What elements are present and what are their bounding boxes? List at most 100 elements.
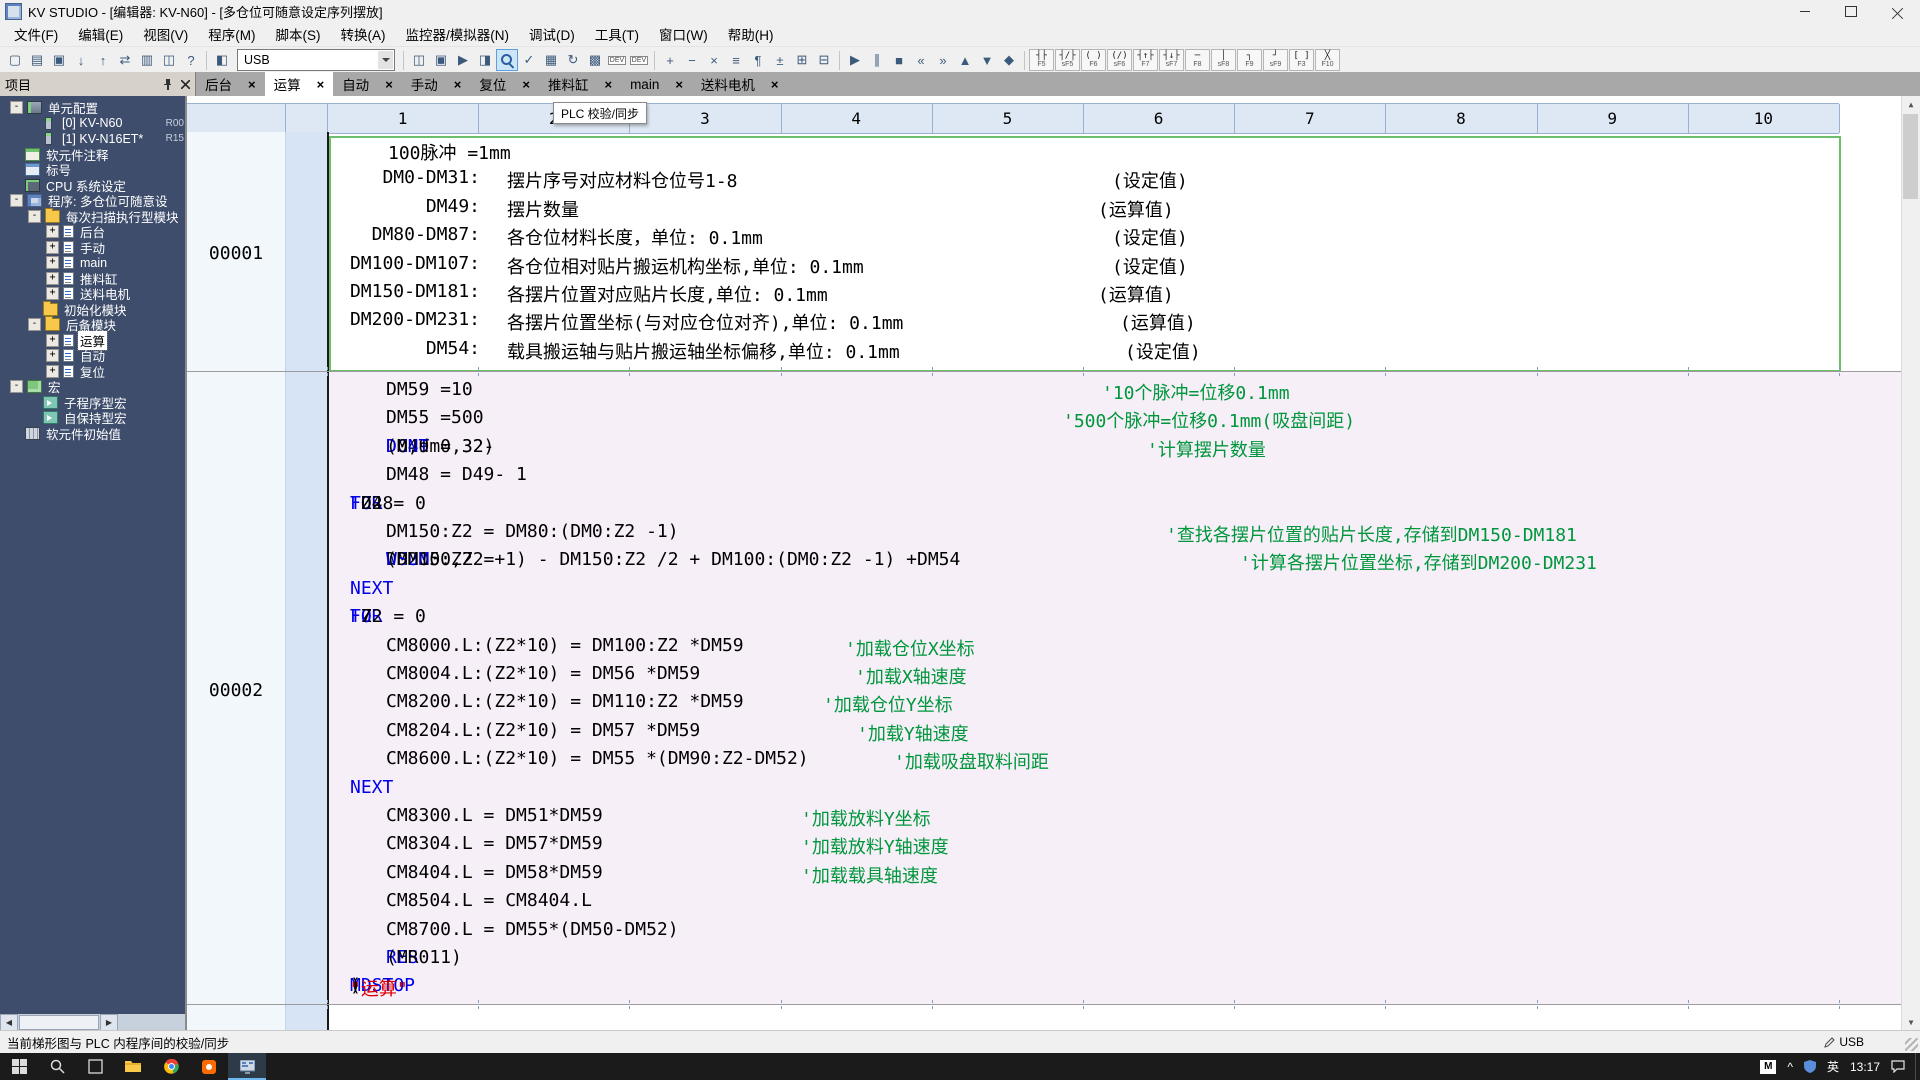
- pin-icon[interactable]: [163, 78, 173, 90]
- clock[interactable]: 13:17: [1850, 1060, 1880, 1074]
- tab-close-icon[interactable]: ×: [248, 77, 256, 92]
- menu-item-4[interactable]: 脚本(S): [266, 21, 331, 47]
- comm-port-icon[interactable]: ◧: [211, 49, 233, 71]
- script-line[interactable]: CM8304.L = DM57*DM59 '加载放料Y轴速度: [187, 833, 1902, 861]
- tree-item-复位[interactable]: + 复位: [0, 364, 185, 380]
- collapse-icon[interactable]: -: [10, 194, 23, 208]
- kv-studio-taskbar-icon[interactable]: [228, 1053, 266, 1080]
- tab-复位[interactable]: 复位 ×: [470, 72, 539, 96]
- script-line[interactable]: CM8700.L = DM55*(DM50-DM52): [187, 919, 1902, 947]
- editor-mode-icon[interactable]: ◫: [408, 49, 430, 71]
- ime-indicator[interactable]: 英: [1827, 1058, 1839, 1075]
- notification-icon[interactable]: [1891, 1060, 1905, 1073]
- tree-item-单元配置[interactable]: - 单元配置: [0, 100, 185, 116]
- new-project-icon[interactable]: ▢: [4, 49, 26, 71]
- step-forward-icon[interactable]: »: [932, 49, 954, 71]
- script-line[interactable]: DM150:Z2 = DM80:(DM0:Z2 -1) '查找各摆片位置的贴片长度…: [187, 521, 1902, 549]
- comment-line[interactable]: 100脉冲 =1mm: [187, 139, 1902, 167]
- registration-monitor-icon[interactable]: ▦: [540, 49, 562, 71]
- run-icon[interactable]: ▶: [844, 49, 866, 71]
- monitor-mode-icon[interactable]: ▣: [430, 49, 452, 71]
- menu-item-9[interactable]: 窗口(W): [649, 21, 718, 47]
- menu-item-0[interactable]: 文件(F): [4, 21, 68, 47]
- script-line[interactable]: DM49 = 32- DCNT (0,dm0,32) '计算摆片数量: [187, 436, 1902, 464]
- expand-icon[interactable]: +: [46, 287, 59, 301]
- tab-close-icon[interactable]: ×: [675, 77, 683, 92]
- menu-item-5[interactable]: 转换(A): [331, 21, 396, 47]
- minimize-button[interactable]: [1782, 0, 1828, 22]
- tab-自动[interactable]: 自动 ×: [333, 72, 402, 96]
- comment-line[interactable]: DM54: 载具搬运轴与贴片搬运轴坐标偏移,单位: 0.1mm (设定值): [187, 338, 1902, 366]
- tab-close-icon[interactable]: ×: [771, 77, 779, 92]
- breakpoint-icon[interactable]: ◆: [998, 49, 1020, 71]
- script-line[interactable]: FOR Z2 = 0 TO 7: [187, 606, 1902, 634]
- script-line[interactable]: CM8000.L:(Z2*10) = DM100:Z2 *DM59 '加载仓位X坐…: [187, 635, 1902, 663]
- script-line[interactable]: DM55 =500'500个脉冲=位移0.1mm(吸盘间距): [187, 407, 1902, 435]
- script-line[interactable]: DM59 =10'10个脉冲=位移0.1mm: [187, 379, 1902, 407]
- task-view-icon[interactable]: [76, 1053, 114, 1080]
- transfer-compare-icon[interactable]: ⇄: [114, 49, 136, 71]
- script-line[interactable]: CM8504.L = CM8404.L: [187, 890, 1902, 918]
- ladder-instruction-sF9[interactable]: ┘ sF9: [1263, 49, 1288, 71]
- expand-icon[interactable]: +: [46, 256, 59, 270]
- menu-item-3[interactable]: 程序(M): [198, 21, 265, 47]
- plc-transfer-monitor-icon[interactable]: ◨: [474, 49, 496, 71]
- collapse-icon[interactable]: -: [28, 318, 41, 332]
- expand-icon[interactable]: +: [46, 240, 59, 254]
- comment-line[interactable]: DM49: 摆片数量 (运算值): [187, 196, 1902, 224]
- combo-dropdown-icon[interactable]: [378, 51, 393, 69]
- script-line[interactable]: DM48 = D49- 1: [187, 464, 1902, 492]
- tab-运算[interactable]: 运算 ×: [264, 72, 334, 96]
- tab-close-icon[interactable]: ×: [317, 77, 325, 92]
- script-line[interactable]: CM8600.L:(Z2*10) = DM55 *(DM90:Z2-DM52) '…: [187, 748, 1902, 776]
- tree-horizontal-scrollbar[interactable]: ◀ ▶: [0, 1014, 185, 1031]
- help-icon[interactable]: ?: [180, 49, 202, 71]
- collapse-icon[interactable]: -: [10, 101, 23, 115]
- script-line[interactable]: CM8404.L = DM58*DM59 '加载载具轴速度: [187, 862, 1902, 890]
- tree-item-手动[interactable]: + 手动: [0, 240, 185, 256]
- device-monitor-icon[interactable]: DEV: [606, 49, 628, 71]
- device-browser-icon[interactable]: DEV: [628, 49, 650, 71]
- tree-item-0KV-N60[interactable]: [0] KV-N60 R00: [0, 116, 185, 132]
- ladder-editor[interactable]: 12345678910 0000100002100脉冲 =1mmDM0-DM31…: [187, 96, 1920, 1031]
- write-to-plc-icon[interactable]: ↑: [92, 49, 114, 71]
- menu-item-6[interactable]: 监控器/模拟器(N): [396, 21, 520, 47]
- file-explorer-icon[interactable]: [114, 1053, 152, 1080]
- tree-item-软元件初始值[interactable]: 软元件初始值: [0, 426, 185, 442]
- menu-item-2[interactable]: 视图(V): [133, 21, 198, 47]
- comment-list-icon[interactable]: ≡: [725, 49, 747, 71]
- script-line[interactable]: NEXT: [187, 777, 1902, 805]
- expand-icon[interactable]: +: [46, 364, 59, 378]
- tab-推料缸[interactable]: 推料缸 ×: [539, 72, 621, 96]
- scroll-down-icon[interactable]: ▼: [1902, 1014, 1920, 1031]
- scroll-up-icon[interactable]: ▲: [954, 49, 976, 71]
- menu-item-10[interactable]: 帮助(H): [718, 21, 784, 47]
- grid-hide-icon[interactable]: ⊟: [813, 49, 835, 71]
- tray-chevron-icon[interactable]: ^: [1787, 1060, 1793, 1074]
- script-line[interactable]: CM8300.L = DM51*DM59 '加载放料Y坐标: [187, 805, 1902, 833]
- menu-item-1[interactable]: 编辑(E): [68, 21, 133, 47]
- start-button[interactable]: [0, 1053, 38, 1080]
- tab-main[interactable]: main ×: [621, 72, 692, 96]
- chrome-icon[interactable]: [152, 1053, 190, 1080]
- ladder-instruction-F3[interactable]: [ ] F3: [1289, 49, 1314, 71]
- menu-item-8[interactable]: 工具(T): [585, 21, 649, 47]
- read-from-plc-icon[interactable]: ↓: [70, 49, 92, 71]
- collapse-icon[interactable]: -: [28, 209, 41, 223]
- ladder-instruction-sF7[interactable]: ┤↓├ sF7: [1159, 49, 1184, 71]
- ladder-instruction-sF6[interactable]: (/) sF6: [1107, 49, 1132, 71]
- simulator-start-icon[interactable]: ▶: [452, 49, 474, 71]
- refresh-icon[interactable]: ↻: [562, 49, 584, 71]
- tab-close-icon[interactable]: ×: [385, 77, 393, 92]
- tree-item-软元件注释[interactable]: 软元件注释: [0, 147, 185, 163]
- scrollbar-thumb[interactable]: [19, 1015, 99, 1030]
- print-icon[interactable]: ▥: [136, 49, 158, 71]
- ladder-instruction-F10[interactable]: ╳ F10: [1315, 49, 1340, 71]
- grid-show-icon[interactable]: ⊞: [791, 49, 813, 71]
- scroll-down-icon[interactable]: ▼: [976, 49, 998, 71]
- tray-shield-icon[interactable]: [1803, 1060, 1816, 1073]
- show-desktop-button[interactable]: [1915, 1053, 1920, 1080]
- stop-icon[interactable]: ■: [888, 49, 910, 71]
- menu-item-7[interactable]: 调试(D): [519, 21, 585, 47]
- script-line[interactable]: FOR Z2 = 0 TO D48: [187, 493, 1902, 521]
